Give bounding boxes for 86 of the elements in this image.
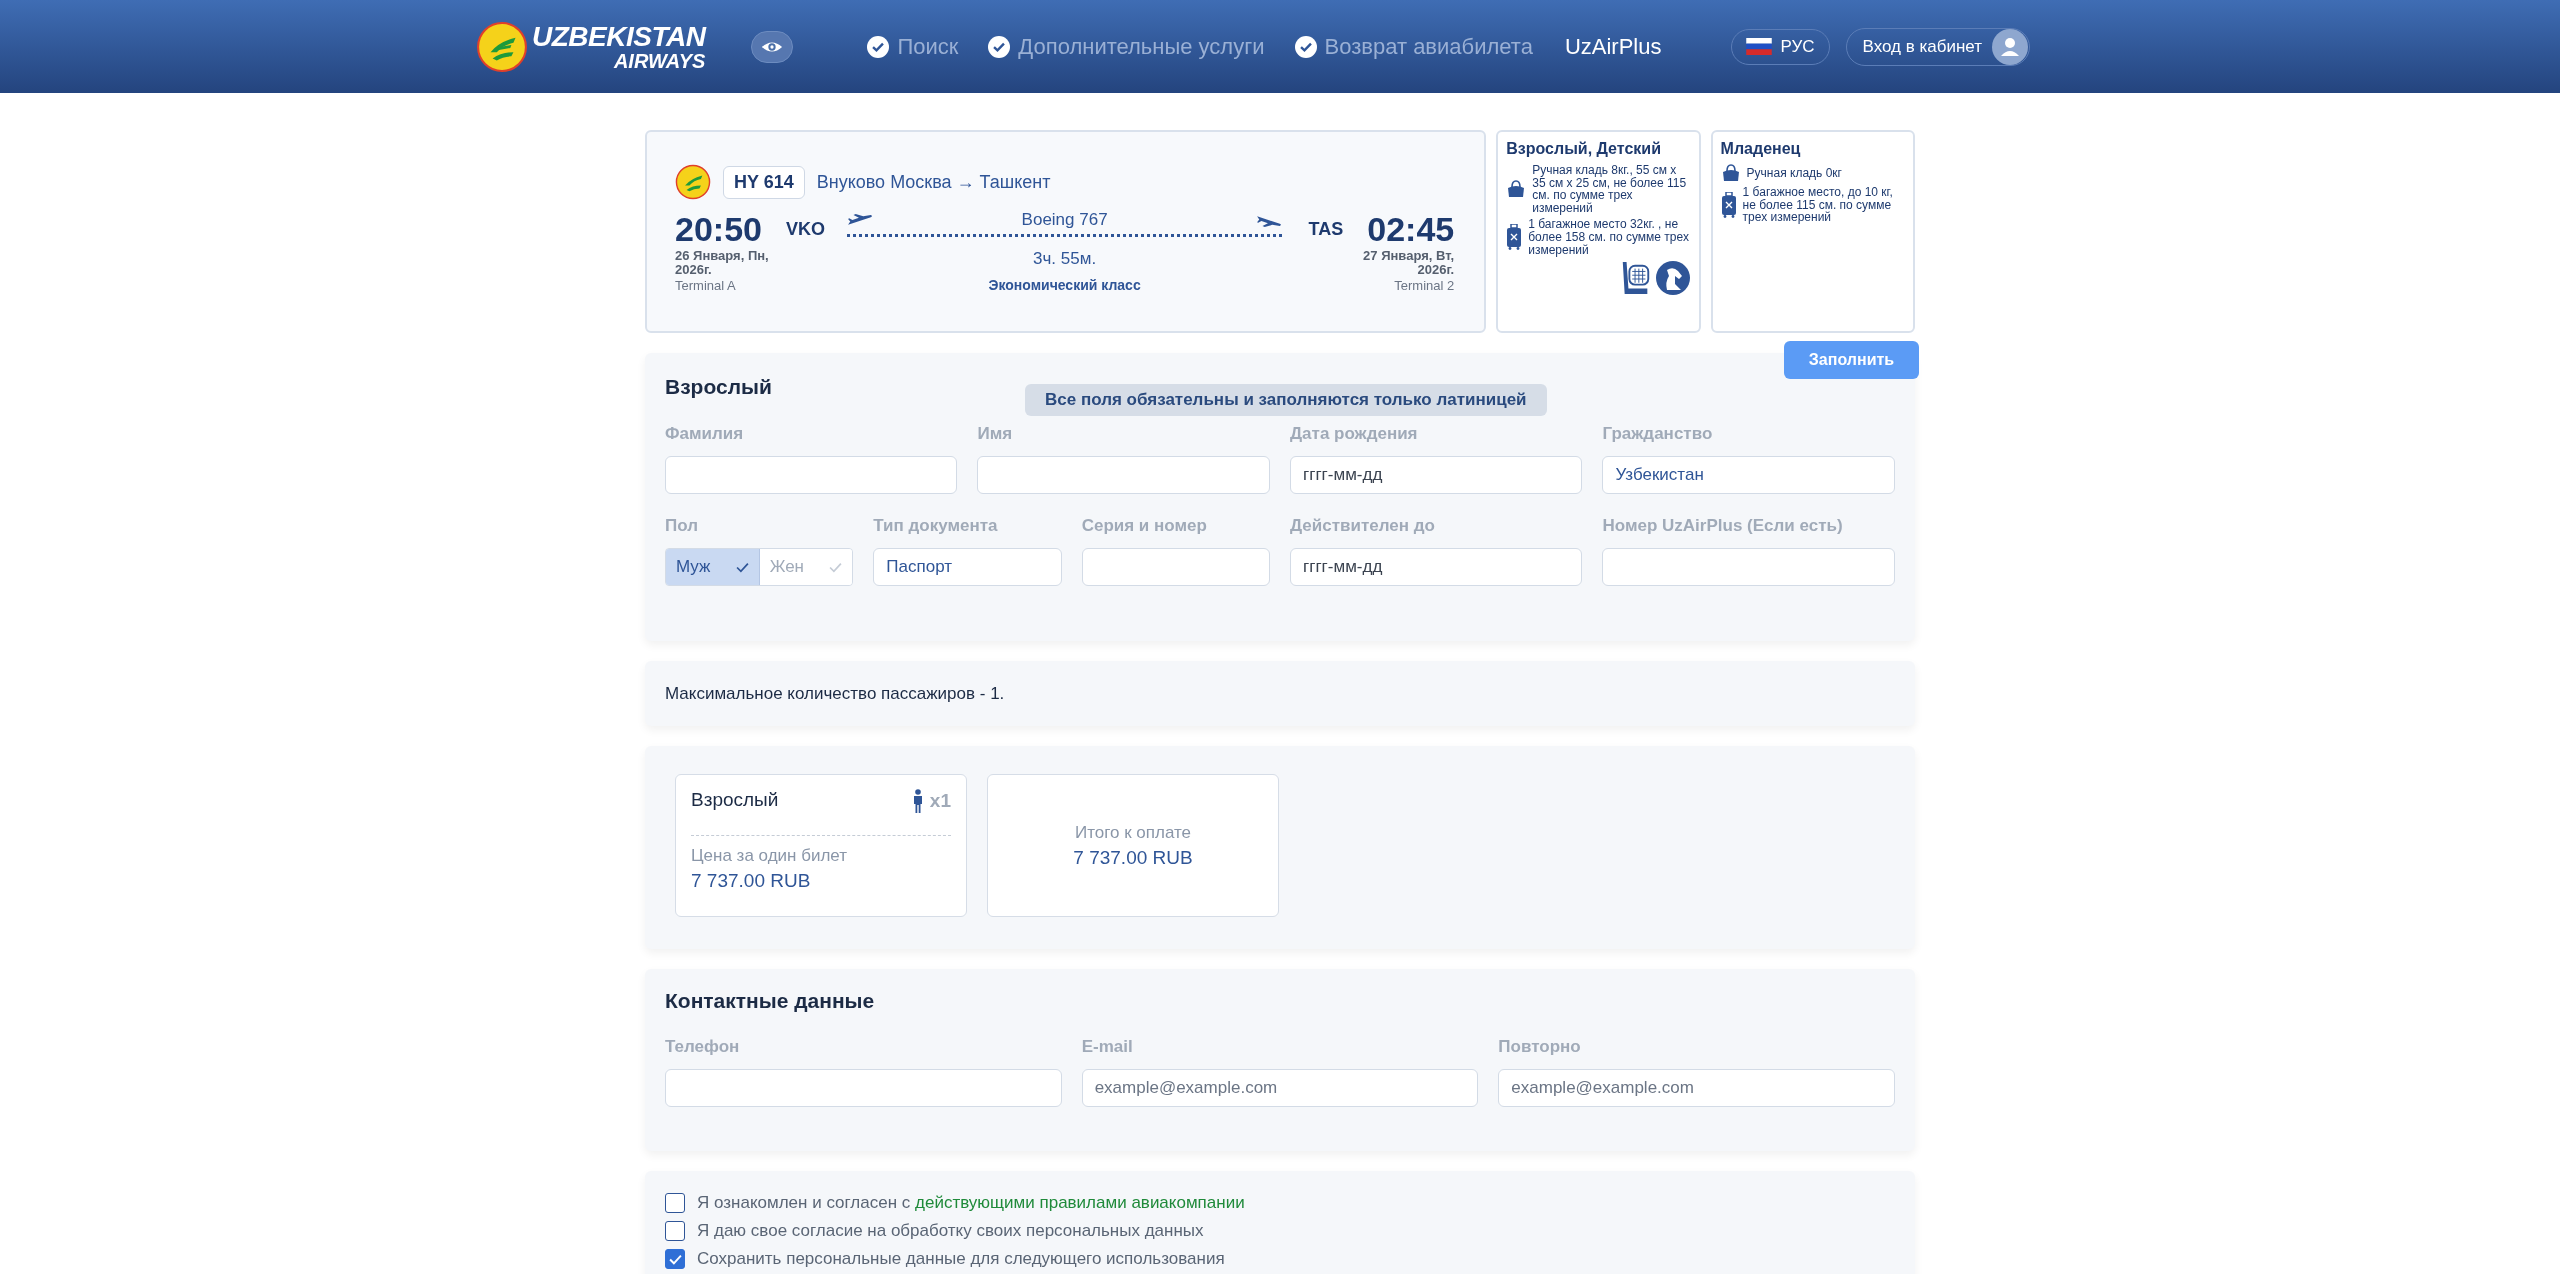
field-label: Номер UzAirPlus (Если есть)	[1602, 516, 1844, 536]
text-field[interactable]: example@example.com	[1081, 1069, 1479, 1107]
check-icon	[668, 1253, 682, 1265]
arrival-date: 27 Января, Вт, 2026г.	[1362, 249, 1455, 278]
field-label: Дата рождения	[1290, 424, 1419, 444]
agreement-text: Сохранить персональные данные для следующего использования	[697, 1249, 1225, 1269]
handbag-icon	[1506, 180, 1527, 199]
baggage-text: Ручная кладь 0кг	[1746, 166, 1842, 180]
field-label: E-mail	[1081, 1037, 1134, 1057]
baggage-title: Взрослый, Детский	[1506, 140, 1662, 158]
nav-step-link[interactable]: Возврат авиабилета	[1294, 33, 1533, 60]
departure-date: 26 Января, Пн, 2026г.	[675, 249, 770, 278]
text-field[interactable]	[665, 456, 958, 494]
route-text: Внуково Москва → Ташкент	[816, 171, 1051, 193]
check-circle-icon	[988, 35, 1011, 58]
suitcase-icon	[1506, 224, 1523, 251]
check-icon	[735, 561, 749, 573]
text-field[interactable]: гггг-мм-дд	[1290, 456, 1583, 494]
text-field[interactable]: гггг-мм-дд	[1290, 548, 1583, 586]
baggage-title: Младенец	[1720, 140, 1802, 158]
field-label: Серия и номер	[1081, 516, 1208, 536]
section-title: Контактные данные	[665, 989, 876, 1013]
text-field[interactable]: Паспорт	[873, 548, 1062, 586]
logo-subtitle: AIRWAYS	[613, 50, 706, 71]
check-circle-icon	[867, 35, 890, 58]
passenger-count: x1	[929, 790, 951, 812]
nav-step-link[interactable]: Дополнительные услуги	[988, 33, 1265, 60]
agreement-text: Я ознакомлен и согласен с действующими правилами авиакомпании	[697, 1193, 1245, 1213]
text-field[interactable]: example@example.com	[1498, 1069, 1895, 1107]
handbag-icon	[1720, 164, 1741, 182]
field-label: Пол	[665, 516, 699, 536]
text-field[interactable]	[665, 1069, 1062, 1107]
check-icon	[829, 561, 843, 573]
notice-badge: Все поля обязательны и заполняются только латиницей	[1025, 384, 1547, 416]
landing-plane-icon	[1256, 213, 1283, 227]
nav-link[interactable]: UzAirPlus	[1564, 33, 1662, 60]
field-label: Повторно	[1498, 1037, 1582, 1057]
agreement-text: Я даю свое согласие на обработку своих персональных данных	[697, 1221, 1204, 1241]
text-field[interactable]	[1081, 548, 1270, 586]
flight-number-badge: HY 614	[723, 165, 805, 199]
passenger-type: Взрослый	[691, 789, 779, 812]
cabin-class: Экономический класс	[988, 277, 1141, 293]
dog-icon	[1654, 260, 1691, 297]
field-label: Телефон	[665, 1037, 741, 1057]
duration-text: 3ч. 55м.	[1033, 249, 1097, 269]
field-label: Гражданство	[1602, 424, 1714, 444]
gender-option[interactable]: Муж	[666, 549, 760, 585]
text-field[interactable]	[977, 456, 1270, 494]
total-label: Итого к оплате	[1074, 822, 1192, 843]
airline-logo-icon	[675, 164, 711, 200]
field-label: Тип документа	[873, 516, 999, 536]
baggage-text: 1 багажное место 32кг. , не более 158 см. по сумме трех измерений	[1528, 218, 1690, 257]
departure-time: 20:50	[675, 210, 762, 249]
check-circle-icon	[1294, 35, 1317, 58]
field-label: Имя	[977, 424, 1014, 444]
fill-button[interactable]: Заполнить	[1784, 341, 1919, 379]
price-label: Цена за один билет	[691, 846, 848, 866]
text-field[interactable]	[1602, 548, 1895, 586]
suitcase-icon	[1720, 191, 1737, 218]
departure-code: VKO	[785, 219, 825, 240]
total-amount: 7 737.00 RUB	[1073, 846, 1193, 869]
checkbox[interactable]	[665, 1221, 685, 1241]
checkbox[interactable]	[665, 1249, 685, 1269]
field-label: Фамилия	[665, 424, 745, 444]
baggage-text: 1 багажное место, до 10 кг, не более 115 см. по сумме трех измерений	[1742, 186, 1894, 224]
arrival-code: TAS	[1308, 219, 1344, 240]
departure-terminal: Terminal A	[675, 277, 737, 293]
person-icon	[911, 789, 924, 813]
nav-step-link[interactable]: Поиск	[867, 33, 959, 60]
section-title: Взрослый	[665, 375, 773, 399]
field-label: Действителен до	[1290, 516, 1436, 536]
logo-wordmark: UZBEKISTAN	[532, 22, 706, 51]
accessibility-button[interactable]	[751, 30, 794, 63]
rules-link[interactable]: действующими правилами авиакомпании	[915, 1193, 1245, 1212]
price-amount: 7 737.00 RUB	[691, 870, 812, 892]
arrival-terminal: Terminal 2	[1394, 277, 1455, 293]
logo-icon	[476, 20, 528, 73]
baggage-text: Ручная кладь 8кг., 55 см x 35 см x 25 см, не более 115 см. по сумме трех измерений	[1532, 164, 1688, 215]
flag-icon	[1746, 38, 1773, 55]
text-field[interactable]: Узбекистан	[1602, 456, 1895, 494]
aircraft-text: Boeing 767	[1021, 210, 1108, 230]
takeoff-plane-icon	[847, 213, 873, 227]
arrival-time: 02:45	[1367, 210, 1455, 249]
user-avatar-icon	[1992, 28, 2028, 65]
passenger-limit-text: Максимальное количество пассажиров - 1.	[665, 683, 1005, 704]
checkbox[interactable]	[665, 1193, 685, 1213]
